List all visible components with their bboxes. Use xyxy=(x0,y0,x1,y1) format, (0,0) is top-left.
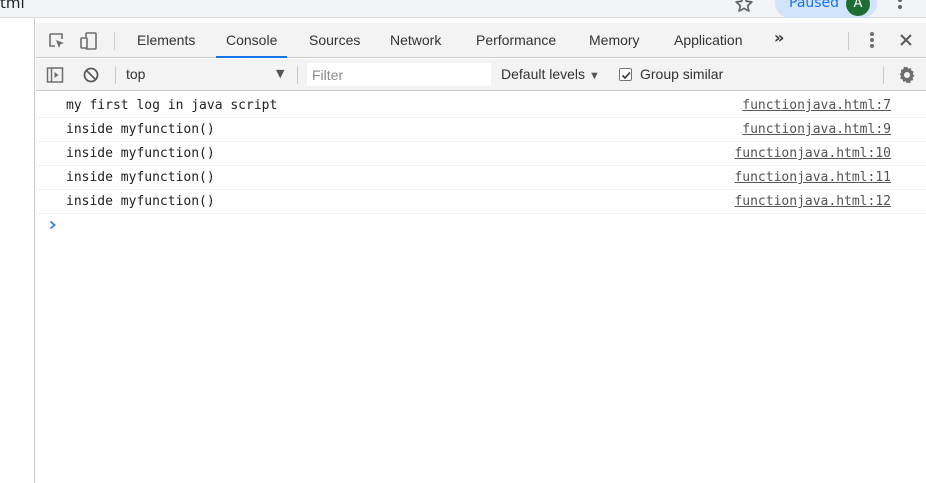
log-levels-dropdown[interactable]: Default levels ▼ xyxy=(501,66,600,82)
tab-console[interactable]: Console xyxy=(215,23,288,58)
console-message: inside myfunction() functionjava.html:9 xyxy=(36,118,926,142)
browser-menu-icon[interactable] xyxy=(897,0,903,13)
close-icon[interactable] xyxy=(898,32,914,48)
dropdown-arrow-icon: ▼ xyxy=(589,70,600,82)
devtools-menu-icon[interactable] xyxy=(869,32,875,50)
group-similar-label: Group similar xyxy=(640,66,724,82)
page-viewport xyxy=(0,18,35,483)
more-tabs-chevron-icon[interactable]: » xyxy=(774,28,784,47)
tab-elements[interactable]: Elements xyxy=(135,23,197,58)
avatar: A xyxy=(846,0,870,16)
toolbar-divider xyxy=(883,66,884,84)
dropdown-arrow-icon: ▼ xyxy=(276,67,285,80)
tab-memory[interactable]: Memory xyxy=(587,23,642,58)
group-similar-toggle[interactable]: Group similar xyxy=(619,66,723,84)
message-text: inside myfunction() xyxy=(66,170,215,185)
log-levels-label: Default levels xyxy=(501,66,586,82)
console-toolbar: top ▼ Default levels▼ Group similar xyxy=(36,59,926,91)
console-message: inside myfunction() functionjava.html:12 xyxy=(36,190,926,214)
tab-performance[interactable]: Performance xyxy=(474,23,558,58)
toolbar-divider xyxy=(297,66,298,84)
filter-input[interactable] xyxy=(307,63,491,86)
context-label: top xyxy=(126,66,146,82)
source-link[interactable]: functionjava.html:10 xyxy=(734,146,891,161)
browser-toolbar: tml Paused A xyxy=(0,0,926,18)
bookmark-star-icon[interactable] xyxy=(733,0,755,15)
source-link[interactable]: functionjava.html:7 xyxy=(742,98,891,113)
tab-sources[interactable]: Sources xyxy=(307,23,362,58)
console-prompt[interactable] xyxy=(36,214,926,240)
console-messages: my first log in java script functionjava… xyxy=(36,94,926,240)
source-link[interactable]: functionjava.html:12 xyxy=(734,194,891,209)
group-similar-checkbox[interactable] xyxy=(619,68,632,81)
console-message: inside myfunction() functionjava.html:11 xyxy=(36,166,926,190)
source-link[interactable]: functionjava.html:9 xyxy=(742,122,891,137)
console-message: my first log in java script functionjava… xyxy=(36,94,926,118)
show-sidebar-icon[interactable] xyxy=(46,66,64,84)
toolbar-divider xyxy=(115,66,116,84)
source-link[interactable]: functionjava.html:11 xyxy=(734,170,891,185)
message-text: inside myfunction() xyxy=(66,194,215,209)
clear-console-icon[interactable] xyxy=(82,66,100,84)
inspect-element-icon[interactable] xyxy=(47,31,67,51)
paused-profile-button[interactable]: Paused A xyxy=(775,0,877,18)
context-selector[interactable]: top ▼ xyxy=(122,59,290,91)
message-text: my first log in java script xyxy=(66,98,278,113)
toolbar-divider xyxy=(848,32,849,50)
console-message: inside myfunction() functionjava.html:10 xyxy=(36,142,926,166)
toolbar-divider xyxy=(114,32,115,50)
tab-network[interactable]: Network xyxy=(388,23,443,58)
prompt-chevron-icon xyxy=(49,220,56,230)
tab-application[interactable]: Application xyxy=(672,23,745,58)
devtools-panel: Elements Console Sources Network Perform… xyxy=(36,18,926,483)
device-toolbar-icon[interactable] xyxy=(79,31,99,51)
paused-label: Paused xyxy=(789,0,840,11)
message-text: inside myfunction() xyxy=(66,122,215,137)
message-text: inside myfunction() xyxy=(66,146,215,161)
devtools-tabbar: Elements Console Sources Network Perform… xyxy=(36,23,926,58)
gear-icon[interactable] xyxy=(897,65,917,85)
address-bar-url[interactable]: tml xyxy=(0,0,25,12)
checkmark-icon xyxy=(621,71,631,80)
